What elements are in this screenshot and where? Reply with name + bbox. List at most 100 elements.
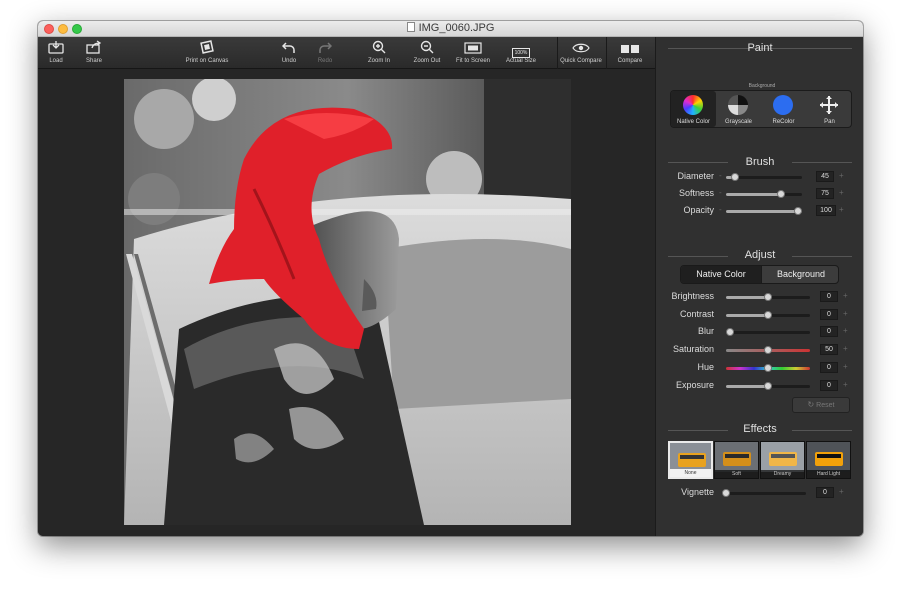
contrast-slider[interactable] (726, 311, 810, 319)
undo-icon (276, 40, 302, 58)
window-title: IMG_0060.JPG (38, 22, 863, 34)
inspector-sidebar: Paint Background Native Color Grayscale … (655, 37, 863, 536)
effect-label: Hard Light (807, 470, 850, 478)
plus-icon: + (843, 326, 848, 335)
adjust-target-tabs: Native Color Background (680, 265, 839, 284)
load-button[interactable]: Load (44, 37, 68, 69)
slider-knob[interactable] (794, 207, 802, 215)
brightness-value[interactable]: 0 (820, 291, 838, 302)
slider-label: Exposure (675, 380, 714, 390)
minus-icon: - (719, 205, 722, 214)
blur-slider[interactable] (726, 328, 810, 336)
grayscale-button[interactable]: Grayscale (716, 91, 761, 127)
slider-knob[interactable] (726, 328, 734, 336)
zoom-out-label: Zoom Out (413, 58, 441, 64)
pan-label: Pan (824, 119, 835, 125)
minus-icon: - (719, 188, 722, 197)
opacity-value[interactable]: 100 (816, 205, 836, 216)
slider-knob[interactable] (764, 364, 772, 372)
undo-button[interactable]: Undo (276, 37, 302, 69)
fit-label: Fit to Screen (455, 58, 490, 64)
plus-icon: + (843, 309, 848, 318)
slider-knob[interactable] (764, 311, 772, 319)
saturation-value[interactable]: 50 (820, 344, 838, 355)
tab-background[interactable]: Background (761, 266, 838, 283)
effect-hard-light[interactable]: Hard Light (806, 441, 851, 479)
plus-icon: + (839, 487, 844, 496)
effect-soft[interactable]: Soft (714, 441, 759, 479)
effect-dreamy[interactable]: Dreamy (760, 441, 805, 479)
opacity-slider[interactable] (726, 207, 802, 215)
slider-label: Softness (678, 188, 714, 198)
exposure-slider[interactable] (726, 382, 810, 390)
slider-knob[interactable] (777, 190, 785, 198)
slider-knob[interactable] (731, 173, 740, 181)
brightness-slider[interactable] (726, 293, 810, 301)
hue-slider[interactable] (726, 364, 810, 372)
zoom-out-button[interactable]: Zoom Out (411, 37, 443, 69)
slider-knob[interactable] (764, 293, 772, 301)
fit-screen-icon (453, 40, 493, 58)
recolor-button[interactable]: ReColor (761, 91, 806, 127)
redo-icon (312, 40, 338, 58)
slider-knob[interactable] (764, 382, 772, 390)
zoom-in-icon (364, 40, 394, 58)
reset-button[interactable]: ↻ Reset (792, 397, 850, 413)
background-caption: Background (748, 83, 776, 89)
load-icon (44, 40, 68, 58)
share-label: Share (85, 58, 102, 64)
diameter-slider-row: Diameter - 45 + (656, 169, 863, 185)
eye-icon (558, 40, 604, 58)
compare-button[interactable]: Compare (610, 37, 650, 69)
softness-slider[interactable] (726, 190, 802, 198)
actual-size-icon: 100% (502, 40, 540, 58)
softness-value[interactable]: 75 (816, 188, 834, 199)
toolbar: Load Share Print on Canvas Undo Redo Zoo… (38, 37, 655, 69)
slider-knob[interactable] (722, 489, 730, 497)
recolor-icon (773, 95, 793, 115)
slider-knob[interactable] (764, 346, 772, 354)
exposure-slider-row: Exposure 0 + (656, 378, 863, 394)
share-button[interactable]: Share (82, 37, 106, 69)
vignette-value[interactable]: 0 (816, 487, 834, 498)
paint-title: Paint (747, 42, 773, 54)
contrast-slider-row: Contrast 0 + (656, 307, 863, 323)
contrast-value[interactable]: 0 (820, 309, 838, 320)
load-label: Load (49, 58, 63, 64)
blur-value[interactable]: 0 (820, 326, 838, 337)
zoom-in-button[interactable]: Zoom In (364, 37, 394, 69)
slider-label: Vignette (681, 487, 714, 497)
plus-icon: + (843, 362, 848, 371)
slider-fill (726, 193, 783, 196)
hue-slider-row: Hue 0 + (656, 360, 863, 376)
blur-slider-row: Blur 0 + (656, 324, 863, 340)
diameter-value[interactable]: 45 (816, 171, 834, 182)
actual-size-label: Actual Size (505, 58, 536, 64)
plus-icon: + (843, 380, 848, 389)
saturation-slider[interactable] (726, 346, 810, 354)
softness-slider-row: Softness - 75 + (656, 186, 863, 202)
compare-icon (610, 40, 650, 58)
effect-thumbnail (807, 442, 850, 472)
vignette-slider[interactable] (722, 489, 806, 497)
photo-canvas[interactable] (124, 79, 571, 525)
effect-label: Dreamy (761, 470, 804, 478)
tab-native-color[interactable]: Native Color (681, 266, 761, 283)
fit-to-screen-button[interactable]: Fit to Screen (453, 37, 493, 69)
hue-value[interactable]: 0 (820, 362, 838, 373)
brush-title: Brush (728, 156, 792, 168)
exposure-value[interactable]: 0 (820, 380, 838, 391)
redo-button[interactable]: Redo (312, 37, 338, 69)
print-on-canvas-button[interactable]: Print on Canvas (182, 37, 232, 69)
quick-compare-button[interactable]: Quick Compare (558, 37, 604, 69)
pan-button[interactable]: Pan (807, 91, 852, 127)
effect-none[interactable]: None (668, 441, 713, 479)
app-window: IMG_0060.JPG Load Share Print on Canvas … (38, 21, 863, 536)
grayscale-label: Grayscale (724, 119, 752, 125)
native-color-button[interactable]: Native Color (671, 91, 716, 127)
slider-label: Contrast (679, 309, 714, 319)
canvas-area[interactable] (38, 69, 655, 536)
diameter-slider[interactable] (726, 173, 802, 181)
actual-size-button[interactable]: 100% Actual Size (502, 37, 540, 69)
effect-thumbnail (761, 442, 804, 472)
